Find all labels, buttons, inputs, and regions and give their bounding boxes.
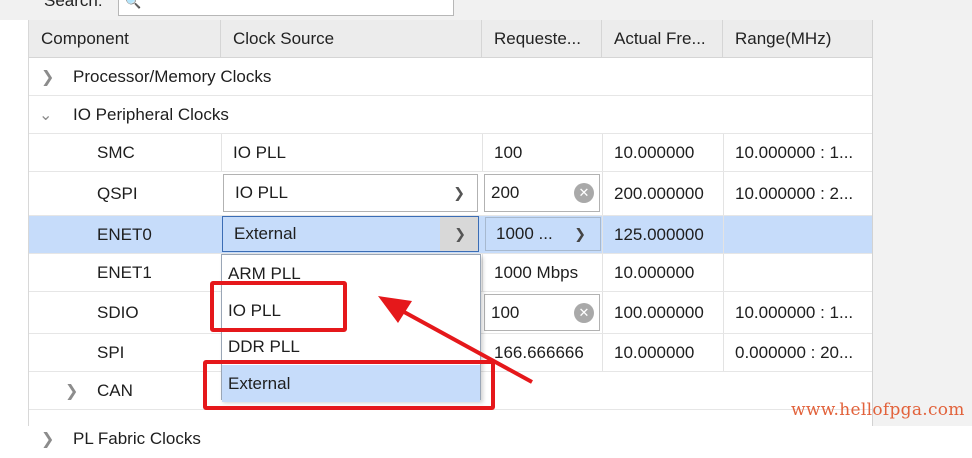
watermark-text: www.hellofpga.com: [791, 400, 965, 420]
annotation-arrow: [378, 296, 533, 384]
